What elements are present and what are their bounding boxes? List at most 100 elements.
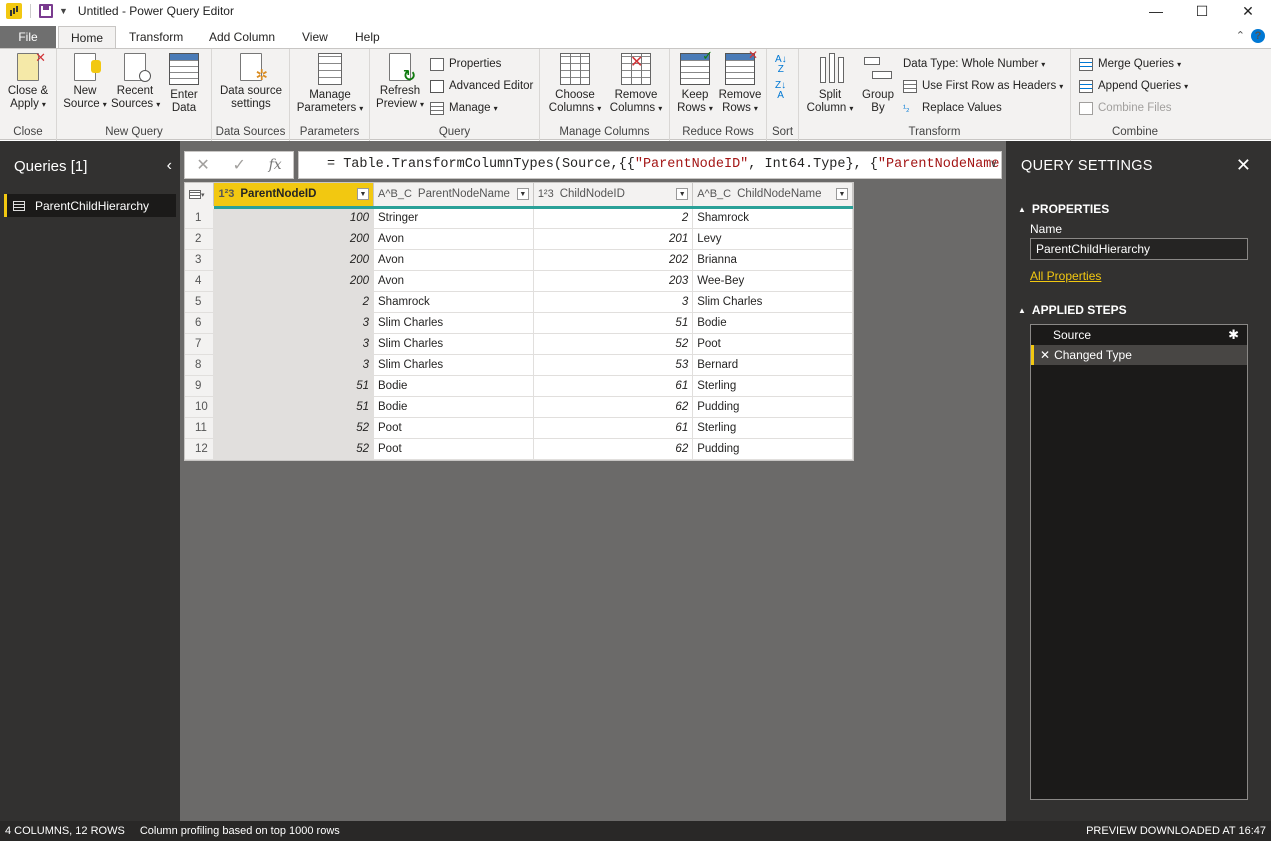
table-cell[interactable]: 202 bbox=[533, 249, 694, 271]
sort-ascending-icon[interactable]: A↓ Z bbox=[775, 55, 787, 77]
group-by-button[interactable]: Group By bbox=[857, 53, 899, 115]
collapse-queries-pane-icon[interactable]: ‹ bbox=[167, 157, 172, 175]
table-cell[interactable]: Wee-Bey bbox=[692, 270, 853, 292]
use-first-row-headers-button[interactable]: Use First Row as Headers ▾ bbox=[903, 77, 1063, 95]
text-type-icon[interactable]: A^B_C bbox=[378, 188, 412, 200]
table-cell[interactable]: Bodie bbox=[373, 396, 534, 418]
table-cell[interactable]: 100 bbox=[213, 207, 374, 229]
whole-number-type-icon[interactable]: 1²3 bbox=[538, 188, 554, 200]
column-header-childnodeid[interactable]: 1²3 ChildNodeID ▼ bbox=[533, 183, 694, 209]
table-row[interactable]: 1 100 Stringer 2 Shamrock bbox=[185, 207, 853, 229]
remove-columns-button[interactable]: ✕ Remove Columns ▾ bbox=[606, 53, 666, 115]
table-cell[interactable]: Avon bbox=[373, 228, 534, 250]
save-icon[interactable] bbox=[39, 4, 53, 18]
query-name-input[interactable]: ParentChildHierarchy bbox=[1030, 238, 1248, 260]
whole-number-type-icon[interactable]: 1²3 bbox=[218, 188, 234, 200]
table-cell[interactable]: Brianna bbox=[692, 249, 853, 271]
table-cell[interactable]: Stringer bbox=[373, 207, 534, 229]
table-cell[interactable]: 200 bbox=[213, 249, 374, 271]
query-item-parentchildhierarchy[interactable]: ParentChildHierarchy bbox=[4, 194, 176, 217]
table-cell[interactable]: Avon bbox=[373, 270, 534, 292]
tab-help[interactable]: Help bbox=[343, 26, 392, 48]
table-cell[interactable]: 52 bbox=[213, 417, 374, 439]
table-cell[interactable]: 3 bbox=[533, 291, 694, 313]
column-header-parentnodename[interactable]: A^B_C ParentNodeName ▼ bbox=[373, 183, 534, 209]
table-cell[interactable]: Slim Charles bbox=[373, 354, 534, 376]
quick-access-dropdown-icon[interactable]: ▼ bbox=[59, 6, 68, 16]
combine-files-button[interactable]: Combine Files bbox=[1079, 99, 1172, 117]
table-cell[interactable]: Bodie bbox=[373, 375, 534, 397]
commit-formula-icon[interactable]: ✓ bbox=[232, 155, 245, 175]
close-apply-button[interactable]: ✕ Close & Apply ▾ bbox=[6, 51, 50, 111]
maximize-button[interactable]: ☐ bbox=[1179, 0, 1225, 22]
gear-icon[interactable]: ✱ bbox=[1228, 325, 1239, 345]
table-cell[interactable]: 52 bbox=[533, 333, 694, 355]
close-settings-icon[interactable]: ✕ bbox=[1236, 155, 1251, 176]
table-cell[interactable]: 3 bbox=[213, 333, 374, 355]
table-row[interactable]: 10 51 Bodie 62 Pudding bbox=[185, 396, 853, 418]
cancel-formula-icon[interactable]: ✕ bbox=[196, 155, 209, 175]
choose-columns-button[interactable]: Choose Columns ▾ bbox=[546, 53, 604, 115]
advanced-editor-button[interactable]: Advanced Editor bbox=[430, 77, 533, 95]
table-cell[interactable]: Slim Charles bbox=[373, 312, 534, 334]
replace-values-button[interactable]: ¹₂ Replace Values bbox=[903, 99, 1002, 117]
table-cell[interactable]: Sterling bbox=[692, 375, 853, 397]
formula-input[interactable]: = Table.TransformColumnTypes(Source,{{"P… bbox=[298, 151, 1002, 179]
refresh-preview-button[interactable]: ↻ Refresh Preview ▾ bbox=[374, 53, 426, 111]
column-header-parentnodeid[interactable]: 1²3 ParentNodeID ▼ bbox=[213, 183, 374, 209]
tab-home[interactable]: Home bbox=[58, 26, 117, 49]
table-cell[interactable]: 61 bbox=[533, 417, 694, 439]
table-cell[interactable]: 52 bbox=[213, 438, 374, 460]
table-row[interactable]: 11 52 Poot 61 Sterling bbox=[185, 417, 853, 439]
data-source-settings-button[interactable]: ✲ Data source settings bbox=[216, 53, 286, 111]
table-cell[interactable]: 201 bbox=[533, 228, 694, 250]
table-cell[interactable]: Avon bbox=[373, 249, 534, 271]
table-cell[interactable]: Pudding bbox=[692, 396, 853, 418]
tab-file[interactable]: File bbox=[0, 26, 56, 48]
table-cell[interactable]: 200 bbox=[213, 228, 374, 250]
sort-descending-icon[interactable]: Z↓ A bbox=[775, 81, 786, 103]
table-cell[interactable]: 200 bbox=[213, 270, 374, 292]
keep-rows-button[interactable]: ✓ Keep Rows ▾ bbox=[674, 49, 716, 115]
applied-steps-section-header[interactable]: ▲ APPLIED STEPS bbox=[1018, 303, 1127, 317]
properties-button[interactable]: Properties bbox=[430, 55, 501, 73]
table-cell[interactable]: Shamrock bbox=[692, 207, 853, 229]
filter-dropdown-icon[interactable]: ▼ bbox=[836, 188, 848, 200]
split-column-button[interactable]: Split Column ▾ bbox=[805, 53, 855, 115]
merge-queries-button[interactable]: Merge Queries ▾ bbox=[1079, 55, 1181, 73]
table-cell[interactable]: 51 bbox=[533, 312, 694, 334]
table-cell[interactable]: 62 bbox=[533, 438, 694, 460]
filter-dropdown-icon[interactable]: ▼ bbox=[357, 188, 369, 200]
text-type-icon[interactable]: A^B_C bbox=[697, 188, 731, 200]
expand-formula-icon[interactable]: ∨ bbox=[990, 152, 997, 178]
table-cell[interactable]: 203 bbox=[533, 270, 694, 292]
table-menu-button[interactable]: ▾ bbox=[185, 183, 215, 209]
step-source[interactable]: Source ✱ bbox=[1031, 325, 1247, 345]
filter-dropdown-icon[interactable]: ▼ bbox=[516, 188, 529, 200]
table-cell[interactable]: Poot bbox=[692, 333, 853, 355]
tab-view[interactable]: View bbox=[290, 26, 340, 48]
status-profiling[interactable]: Column profiling based on top 1000 rows bbox=[140, 825, 340, 837]
table-row[interactable]: 4 200 Avon 203 Wee-Bey bbox=[185, 270, 853, 292]
tab-add-column[interactable]: Add Column bbox=[197, 26, 287, 48]
properties-section-header[interactable]: ▲ PROPERTIES bbox=[1018, 202, 1109, 216]
table-cell[interactable]: 61 bbox=[533, 375, 694, 397]
collapse-ribbon-icon[interactable]: ⌃ bbox=[1236, 29, 1245, 43]
table-row[interactable]: 2 200 Avon 201 Levy bbox=[185, 228, 853, 250]
table-cell[interactable]: Pudding bbox=[692, 438, 853, 460]
table-cell[interactable]: 3 bbox=[213, 354, 374, 376]
table-row[interactable]: 7 3 Slim Charles 52 Poot bbox=[185, 333, 853, 355]
table-cell[interactable]: Slim Charles bbox=[692, 291, 853, 313]
table-row[interactable]: 5 2 Shamrock 3 Slim Charles bbox=[185, 291, 853, 313]
table-cell[interactable]: Shamrock bbox=[373, 291, 534, 313]
table-cell[interactable]: 2 bbox=[213, 291, 374, 313]
table-cell[interactable]: Slim Charles bbox=[373, 333, 534, 355]
manage-query-button[interactable]: Manage ▾ bbox=[430, 99, 498, 117]
new-source-button[interactable]: New Source ▾ bbox=[61, 53, 109, 111]
table-cell[interactable]: 2 bbox=[533, 207, 694, 229]
append-queries-button[interactable]: Append Queries ▾ bbox=[1079, 77, 1188, 95]
manage-parameters-button[interactable]: Manage Parameters ▾ bbox=[294, 53, 366, 115]
table-cell[interactable]: 3 bbox=[213, 312, 374, 334]
table-cell[interactable]: Sterling bbox=[692, 417, 853, 439]
table-cell[interactable]: Bodie bbox=[692, 312, 853, 334]
